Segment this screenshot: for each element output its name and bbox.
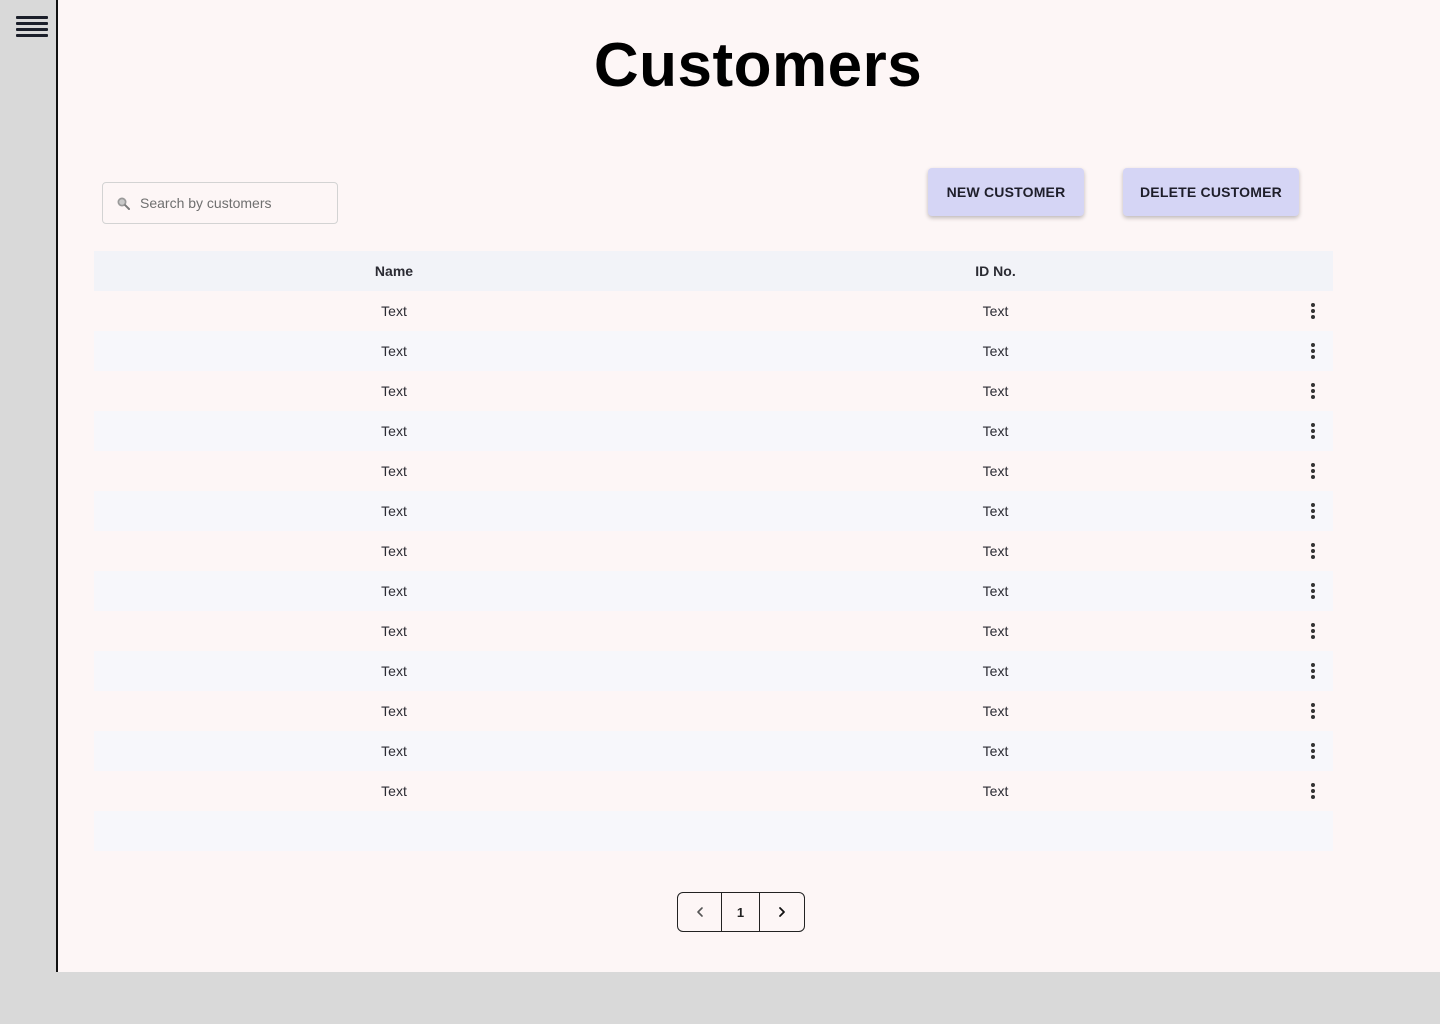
more-vertical-icon[interactable] xyxy=(1305,583,1321,599)
main-content: Customers NEW CUSTOMER DELETE CUSTOMER N… xyxy=(56,0,1440,972)
more-vertical-icon[interactable] xyxy=(1305,783,1321,799)
cell-name: Text xyxy=(381,503,407,519)
table-row[interactable]: Text Text xyxy=(94,291,1333,331)
table-row[interactable]: Text Text xyxy=(94,371,1333,411)
table-row[interactable]: Text Text xyxy=(94,611,1333,651)
table-row[interactable]: Text Text xyxy=(94,651,1333,691)
table-header: Name ID No. xyxy=(94,251,1333,291)
table-row[interactable]: Text Text xyxy=(94,731,1333,771)
search-icon xyxy=(117,197,130,210)
hamburger-menu-icon[interactable] xyxy=(16,16,48,38)
more-vertical-icon[interactable] xyxy=(1305,503,1321,519)
more-vertical-icon[interactable] xyxy=(1305,303,1321,319)
cell-id: Text xyxy=(982,663,1009,679)
cell-name: Text xyxy=(381,343,407,359)
prev-page-button[interactable] xyxy=(678,893,722,931)
table-row[interactable]: Text Text xyxy=(94,331,1333,371)
customers-table: Name ID No. Text Text Text Text Text Text Text… xyxy=(94,251,1333,851)
more-vertical-icon[interactable] xyxy=(1305,543,1321,559)
cell-name: Text xyxy=(381,703,407,719)
cell-name: Text xyxy=(381,743,407,759)
chevron-right-icon xyxy=(779,907,785,917)
cell-name: Text xyxy=(381,423,407,439)
cell-id: Text xyxy=(982,383,1009,399)
cell-name: Text xyxy=(381,543,407,559)
cell-id: Text xyxy=(982,303,1009,319)
next-page-button[interactable] xyxy=(760,893,804,931)
cell-name: Text xyxy=(381,583,407,599)
cell-name: Text xyxy=(381,303,407,319)
table-row[interactable]: Text Text xyxy=(94,451,1333,491)
chevron-left-icon xyxy=(696,907,703,917)
cell-id: Text xyxy=(982,503,1009,519)
new-customer-button[interactable]: NEW CUSTOMER xyxy=(928,168,1084,216)
pagination: 1 xyxy=(677,892,805,932)
table-body: Text Text Text Text Text Text Text Text Text Text… xyxy=(94,291,1333,851)
search-box[interactable] xyxy=(102,182,338,224)
more-vertical-icon[interactable] xyxy=(1305,623,1321,639)
table-row-empty xyxy=(94,811,1333,851)
table-row[interactable]: Text Text xyxy=(94,691,1333,731)
more-vertical-icon[interactable] xyxy=(1305,743,1321,759)
cell-id: Text xyxy=(982,743,1009,759)
column-header-id[interactable]: ID No. xyxy=(694,251,1297,291)
cell-id: Text xyxy=(982,543,1009,559)
cell-id: Text xyxy=(982,343,1009,359)
table-row[interactable]: Text Text xyxy=(94,491,1333,531)
cell-name: Text xyxy=(381,383,407,399)
more-vertical-icon[interactable] xyxy=(1305,343,1321,359)
cell-id: Text xyxy=(982,583,1009,599)
delete-customer-button[interactable]: DELETE CUSTOMER xyxy=(1123,168,1299,216)
more-vertical-icon[interactable] xyxy=(1305,703,1321,719)
more-vertical-icon[interactable] xyxy=(1305,663,1321,679)
sidebar xyxy=(0,0,56,972)
table-row[interactable]: Text Text xyxy=(94,411,1333,451)
more-vertical-icon[interactable] xyxy=(1305,463,1321,479)
table-row[interactable]: Text Text xyxy=(94,571,1333,611)
cell-id: Text xyxy=(982,703,1009,719)
cell-name: Text xyxy=(381,623,407,639)
search-input[interactable] xyxy=(140,183,335,223)
cell-name: Text xyxy=(381,783,407,799)
column-header-name[interactable]: Name xyxy=(94,251,694,291)
more-vertical-icon[interactable] xyxy=(1305,423,1321,439)
page-title: Customers xyxy=(593,31,923,100)
table-row[interactable]: Text Text xyxy=(94,531,1333,571)
cell-name: Text xyxy=(381,663,407,679)
cell-id: Text xyxy=(982,423,1009,439)
cell-id: Text xyxy=(982,783,1009,799)
cell-id: Text xyxy=(982,463,1009,479)
page-number-button[interactable]: 1 xyxy=(722,893,760,931)
cell-id: Text xyxy=(982,623,1009,639)
cell-name: Text xyxy=(381,463,407,479)
table-row[interactable]: Text Text xyxy=(94,771,1333,811)
more-vertical-icon[interactable] xyxy=(1305,383,1321,399)
